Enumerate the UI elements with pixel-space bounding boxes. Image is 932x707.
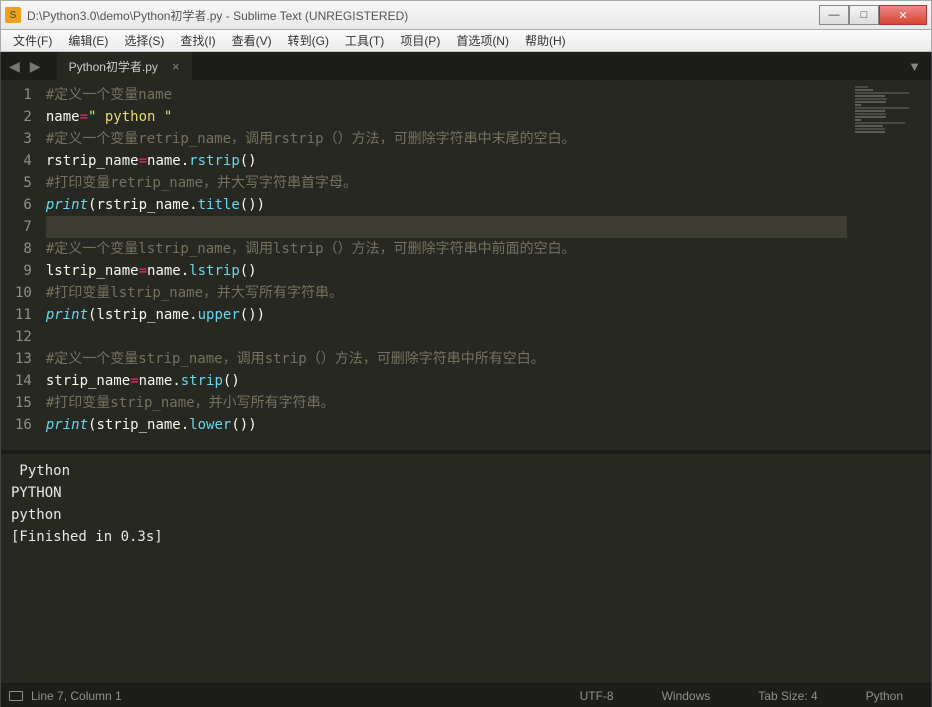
tab-bar: ◀ ▶ Python初学者.py × ▼: [1, 52, 931, 80]
minimap-line: [855, 113, 886, 115]
line-number: 4: [15, 150, 32, 172]
tab-prev-icon[interactable]: ◀: [5, 58, 24, 75]
window-title: D:\Python3.0\demo\Python初学者.py - Sublime…: [27, 7, 819, 24]
minimap-line: [855, 89, 873, 91]
code-line[interactable]: #打印变量strip_name，并小写所有字符串。: [46, 392, 847, 414]
minimap-line: [855, 95, 885, 97]
menu-item[interactable]: 帮助(H): [517, 30, 574, 51]
code-line[interactable]: rstrip_name=name.rstrip(): [46, 150, 847, 172]
tab-spacer: [192, 52, 899, 80]
menu-item[interactable]: 项目(P): [392, 30, 448, 51]
status-line-endings[interactable]: Windows: [642, 689, 731, 703]
code-line[interactable]: print(strip_name.lower()): [46, 414, 847, 436]
line-number: 16: [15, 414, 32, 436]
menubar: 文件(F)编辑(E)选择(S)查找(I)查看(V)转到(G)工具(T)项目(P)…: [0, 30, 932, 52]
status-encoding[interactable]: UTF-8: [560, 689, 634, 703]
minimap[interactable]: [851, 80, 931, 450]
code-line[interactable]: #定义一个变量name: [46, 84, 847, 106]
code-line[interactable]: #定义一个变量lstrip_name，调用lstrip（）方法，可删除字符串中前…: [46, 238, 847, 260]
minimize-button[interactable]: —: [819, 5, 849, 25]
minimap-line: [855, 104, 861, 106]
build-output[interactable]: Python PYTHON python [Finished in 0.3s]: [1, 450, 931, 685]
maximize-button[interactable]: □: [849, 5, 879, 25]
line-number: 11: [15, 304, 32, 326]
panel-switcher-icon[interactable]: [9, 691, 23, 701]
editor-split: 12345678910111213141516 #定义一个变量namename=…: [1, 80, 931, 685]
minimap-line: [855, 131, 885, 133]
line-number: 3: [15, 128, 32, 150]
code-line[interactable]: #打印变量lstrip_name，并大写所有字符串。: [46, 282, 847, 304]
close-button[interactable]: ✕: [879, 5, 927, 25]
tab-label: Python初学者.py: [69, 58, 158, 75]
tab-nav: ◀ ▶: [1, 52, 49, 80]
code-editor[interactable]: #定义一个变量namename=" python "#定义一个变量retrip_…: [40, 80, 851, 450]
menu-item[interactable]: 编辑(E): [60, 30, 116, 51]
minimap-line: [855, 125, 883, 127]
status-tab-size[interactable]: Tab Size: 4: [738, 689, 837, 703]
menu-item[interactable]: 文件(F): [5, 30, 60, 51]
minimap-line: [855, 110, 885, 112]
menu-item[interactable]: 转到(G): [280, 30, 337, 51]
code-line[interactable]: strip_name=name.strip(): [46, 370, 847, 392]
menu-item[interactable]: 首选项(N): [448, 30, 517, 51]
editor-area: 12345678910111213141516 #定义一个变量namename=…: [1, 80, 931, 450]
status-syntax[interactable]: Python: [846, 689, 923, 703]
code-line[interactable]: lstrip_name=name.lstrip(): [46, 260, 847, 282]
code-line[interactable]: [46, 326, 847, 348]
line-number: 9: [15, 260, 32, 282]
line-number: 13: [15, 348, 32, 370]
editor-window: ◀ ▶ Python初学者.py × ▼ 1234567891011121314…: [0, 52, 932, 707]
window-controls: — □ ✕: [819, 5, 927, 25]
titlebar: S D:\Python3.0\demo\Python初学者.py - Subli…: [0, 0, 932, 30]
minimap-line: [855, 101, 886, 103]
line-number: 14: [15, 370, 32, 392]
line-number: 15: [15, 392, 32, 414]
minimap-line: [855, 92, 909, 94]
minimap-line: [855, 107, 909, 109]
app-icon: S: [5, 7, 21, 23]
code-line[interactable]: #定义一个变量strip_name，调用strip（）方法，可删除字符串中所有空…: [46, 348, 847, 370]
line-number: 6: [15, 194, 32, 216]
minimap-line: [855, 122, 905, 124]
tab-menu-icon[interactable]: ▼: [898, 52, 931, 80]
code-line[interactable]: name=" python ": [46, 106, 847, 128]
line-number: 7: [15, 216, 32, 238]
code-line[interactable]: #定义一个变量retrip_name，调用rstrip（）方法，可删除字符串中末…: [46, 128, 847, 150]
minimap-line: [855, 116, 886, 118]
status-cursor: Line 7, Column 1: [31, 689, 122, 703]
code-line[interactable]: #打印变量retrip_name，并大写字符串首字母。: [46, 172, 847, 194]
menu-item[interactable]: 查看(V): [224, 30, 280, 51]
minimap-line: [855, 119, 861, 121]
tab-close-icon[interactable]: ×: [172, 59, 180, 74]
tab-next-icon[interactable]: ▶: [26, 58, 45, 75]
file-tab[interactable]: Python初学者.py ×: [57, 52, 192, 80]
line-gutter: 12345678910111213141516: [1, 80, 40, 450]
menu-item[interactable]: 选择(S): [116, 30, 172, 51]
minimap-line: [855, 86, 868, 88]
code-line[interactable]: [46, 216, 847, 238]
line-number: 10: [15, 282, 32, 304]
line-number: 12: [15, 326, 32, 348]
code-line[interactable]: print(rstrip_name.title()): [46, 194, 847, 216]
line-number: 1: [15, 84, 32, 106]
line-number: 8: [15, 238, 32, 260]
code-line[interactable]: print(lstrip_name.upper()): [46, 304, 847, 326]
menu-item[interactable]: 工具(T): [337, 30, 392, 51]
minimap-line: [855, 128, 885, 130]
line-number: 2: [15, 106, 32, 128]
menu-item[interactable]: 查找(I): [172, 30, 223, 51]
minimap-line: [855, 98, 887, 100]
line-number: 5: [15, 172, 32, 194]
status-bar: Line 7, Column 1 UTF-8 Windows Tab Size:…: [1, 685, 931, 707]
